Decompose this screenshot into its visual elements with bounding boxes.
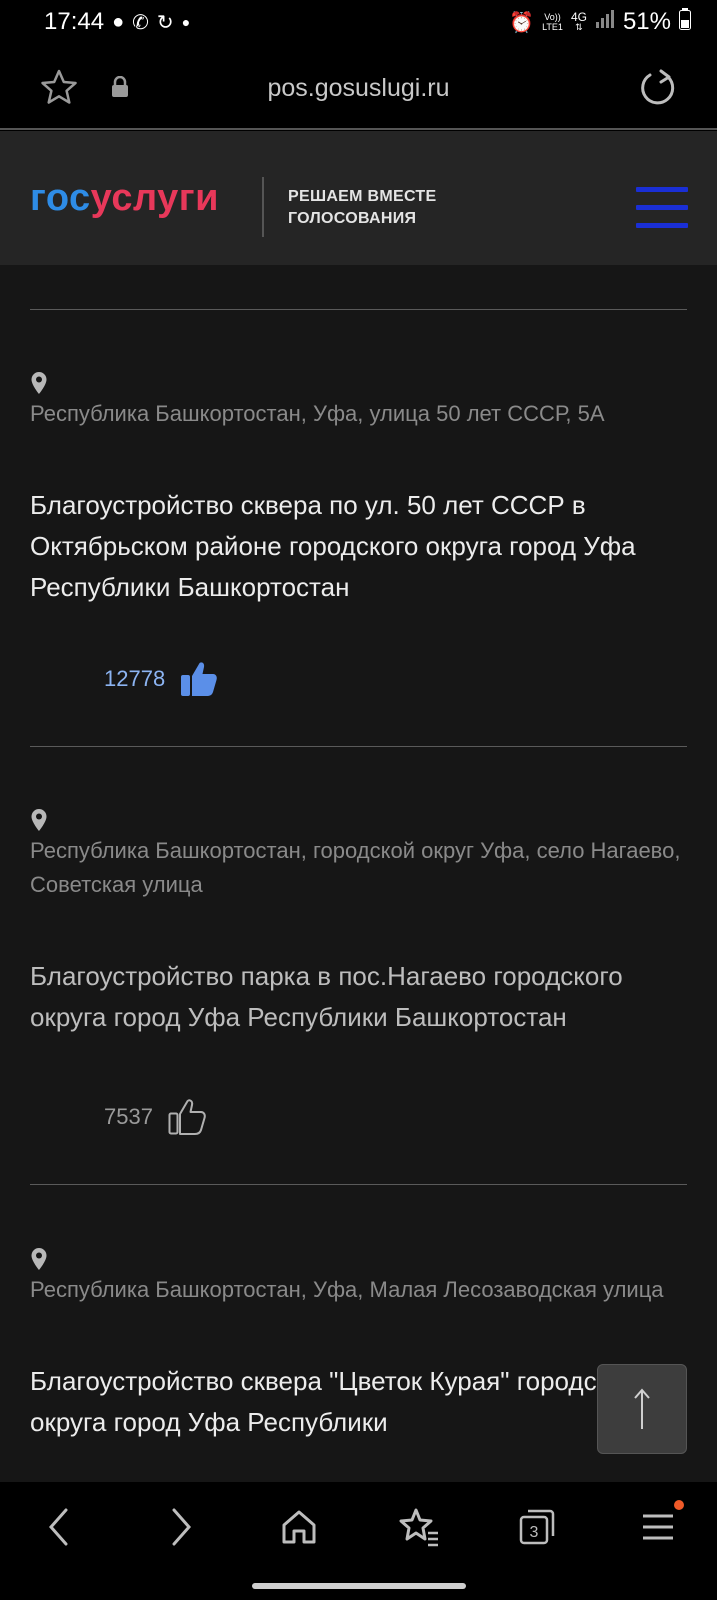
location-pin-icon bbox=[31, 1248, 47, 1270]
data-type-indicator: 4G ⇅ bbox=[570, 10, 587, 32]
thumbs-up-outline-icon[interactable] bbox=[167, 1097, 207, 1137]
project-card[interactable]: Республика Башкортостан, Уфа, Малая Лесо… bbox=[30, 1247, 690, 1443]
menu-icon bbox=[643, 1514, 673, 1540]
bookmarks-icon bbox=[399, 1508, 438, 1547]
hamburger-menu-icon[interactable] bbox=[636, 187, 688, 229]
alarm-icon: ⏰ bbox=[509, 11, 535, 34]
reload-icon[interactable] bbox=[638, 68, 678, 108]
project-address: Республика Башкортостан, городской округ… bbox=[30, 838, 681, 897]
notification-badge bbox=[674, 1500, 684, 1510]
browser-address-bar: pos.gosuslugi.ru bbox=[0, 44, 717, 130]
gesture-bar[interactable] bbox=[252, 1583, 466, 1589]
scroll-to-top-button[interactable] bbox=[597, 1364, 687, 1454]
thumbs-up-filled-icon[interactable] bbox=[179, 659, 219, 699]
notification-dot-icon: ● bbox=[181, 14, 191, 30]
messages-icon: ● bbox=[112, 10, 125, 33]
signal-icon bbox=[595, 10, 615, 34]
whatsapp-icon: ✆ bbox=[132, 11, 149, 34]
tabs-button[interactable]: 3 bbox=[514, 1504, 560, 1550]
vote-block: 7537 bbox=[104, 1097, 207, 1137]
vote-count: 7537 bbox=[104, 1104, 153, 1129]
browser-menu-button[interactable] bbox=[635, 1504, 681, 1550]
project-address: Республика Башкортостан, Уфа, Малая Лесо… bbox=[30, 1277, 664, 1302]
bookmarks-button[interactable] bbox=[396, 1504, 442, 1550]
vote-count: 12778 bbox=[104, 666, 166, 691]
forward-icon bbox=[172, 1508, 192, 1546]
project-card[interactable]: Республика Башкортостан, Уфа, улица 50 л… bbox=[30, 371, 690, 608]
vote-block: 12778 bbox=[104, 659, 219, 699]
battery-icon bbox=[679, 7, 691, 37]
project-list: Республика Башкортостан, Уфа, улица 50 л… bbox=[0, 265, 717, 1482]
divider bbox=[30, 1184, 687, 1185]
back-icon bbox=[48, 1508, 68, 1546]
home-button[interactable] bbox=[276, 1504, 322, 1550]
divider bbox=[30, 746, 687, 747]
url-text[interactable]: pos.gosuslugi.ru bbox=[0, 74, 717, 103]
tabs-icon: 3 bbox=[519, 1509, 555, 1545]
header-subtitle: РЕШАЕМ ВМЕСТЕ ГОЛОСОВАНИЯ bbox=[288, 188, 437, 227]
site-header: госуслуги РЕШАЕМ ВМЕСТЕ ГОЛОСОВАНИЯ bbox=[0, 131, 717, 265]
forward-button[interactable] bbox=[158, 1504, 204, 1550]
sync-app-icon: ↻ bbox=[156, 11, 174, 34]
gosuslugi-logo[interactable]: госуслуги bbox=[30, 177, 219, 220]
divider bbox=[30, 309, 687, 310]
project-title[interactable]: Благоустройство сквера по ул. 50 лет ССС… bbox=[30, 485, 690, 608]
status-time: 17:44 bbox=[44, 8, 105, 35]
back-button[interactable] bbox=[36, 1504, 82, 1550]
location-pin-icon bbox=[31, 372, 47, 394]
project-address: Республика Башкортостан, Уфа, улица 50 л… bbox=[30, 401, 605, 426]
project-title[interactable]: Благоустройство парка в пос.Нагаево горо… bbox=[30, 956, 690, 1038]
arrow-up-icon bbox=[634, 1388, 650, 1429]
header-divider bbox=[262, 177, 264, 237]
project-card[interactable]: Республика Башкортостан, городской округ… bbox=[30, 808, 690, 1038]
tabs-count: 3 bbox=[530, 1524, 539, 1541]
battery-percent: 51% bbox=[622, 8, 671, 35]
status-bar: 17:44 ● ✆ ↻ ● ⏰ Vo)) LTE1 4G ⇅ 51% bbox=[0, 0, 717, 44]
home-icon bbox=[282, 1510, 316, 1544]
project-title[interactable]: Благоустройство сквера "Цветок Курая" го… bbox=[30, 1361, 690, 1443]
location-pin-icon bbox=[31, 809, 47, 831]
volte-indicator: Vo)) LTE1 bbox=[542, 12, 563, 32]
